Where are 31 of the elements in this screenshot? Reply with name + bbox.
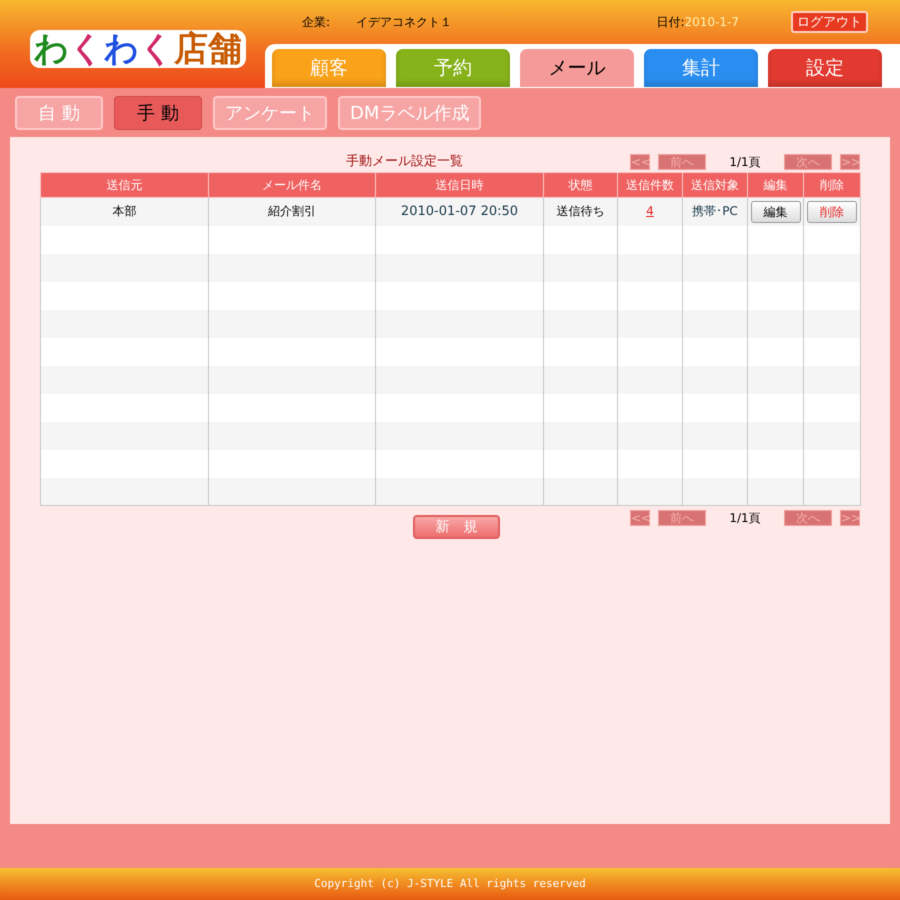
logo: わ く わ く 店舗: [30, 30, 246, 68]
column-header: 送信対象: [682, 172, 748, 198]
column-header: 編集: [748, 172, 804, 198]
company-label: 企業:: [302, 14, 330, 31]
column-header: 削除: [804, 172, 860, 198]
new-button[interactable]: 新 規: [413, 515, 500, 539]
delete-button[interactable]: 削除: [807, 201, 857, 223]
column-header: 状態: [544, 172, 618, 198]
column-header: 送信件数: [618, 172, 682, 198]
logout-button[interactable]: ログアウト: [791, 11, 868, 33]
nav-tab[interactable]: メール: [519, 48, 635, 88]
sub-tab[interactable]: 手 動: [114, 96, 202, 130]
column-header: 送信元: [40, 172, 208, 198]
edit-button[interactable]: 編集: [750, 201, 800, 223]
sub-tab[interactable]: DMラベル作成: [338, 96, 482, 130]
sub-tab[interactable]: アンケート: [213, 96, 327, 130]
count-link[interactable]: 4: [646, 204, 654, 218]
nav-tab[interactable]: 顧客: [271, 48, 387, 88]
page-indicator: 1/1頁: [728, 510, 762, 527]
copyright-text: Copyright (c) J-STYLE All rights reserved: [314, 876, 586, 892]
nav-tab[interactable]: 予約: [395, 48, 511, 88]
date-label: 日付:: [656, 14, 685, 31]
sub-tab[interactable]: 自 動: [15, 96, 103, 130]
list-title: 手動メール設定一覧: [346, 152, 463, 171]
page-indicator: 1/1頁: [728, 154, 762, 170]
nav-tab[interactable]: 集計: [643, 48, 759, 88]
date-value: 2010-1-7: [684, 14, 739, 31]
column-header: メール件名: [208, 172, 376, 198]
company-name: イデアコネクト１: [356, 14, 452, 31]
nav-tab[interactable]: 設定: [767, 48, 883, 88]
column-header: 送信日時: [376, 172, 544, 198]
